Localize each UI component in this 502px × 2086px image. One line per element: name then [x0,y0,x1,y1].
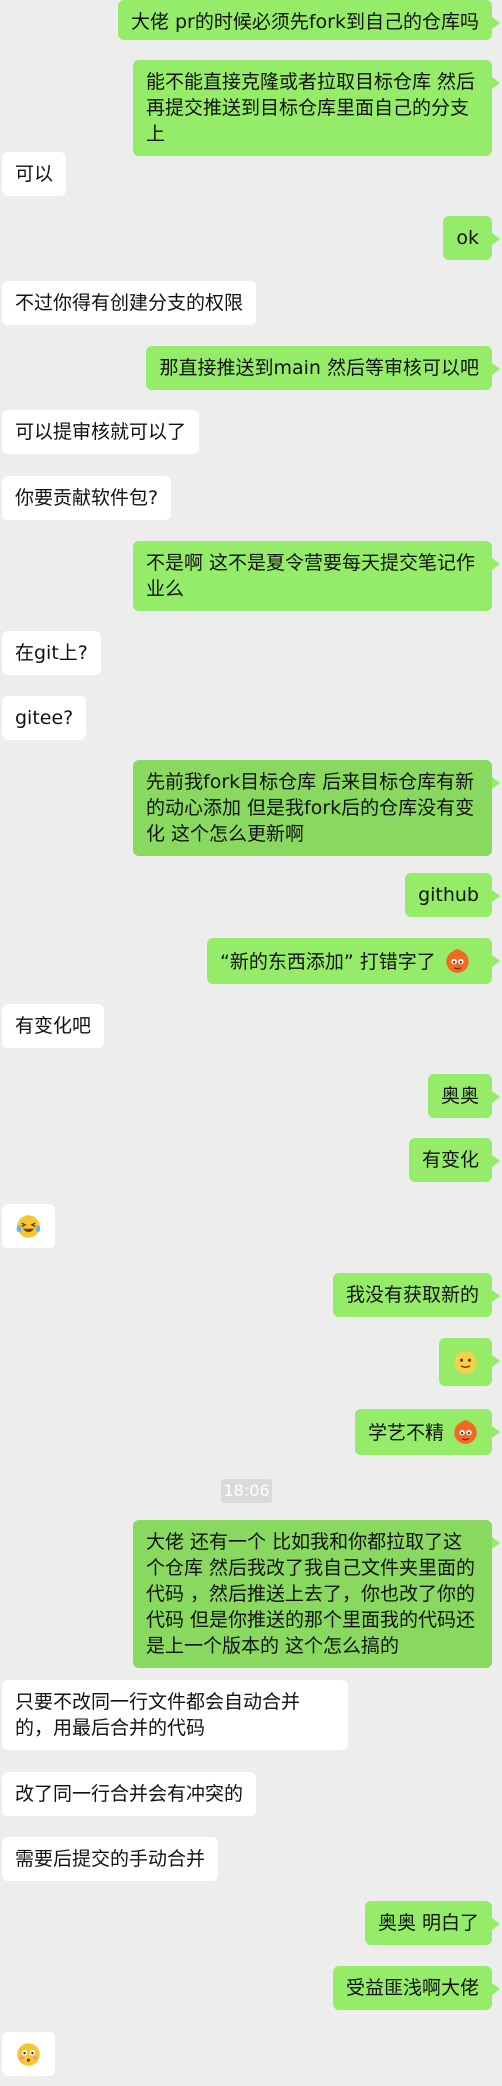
message-text: 只要不改同一行文件都会自动合并的，用最后合并的代码 [15,1691,301,1739]
message-text: 奥奥 明白了 [377,1912,479,1934]
message-bubble-outgoing[interactable]: 有变化 [408,1138,501,1182]
message-text: 大佬 pr的时候必须先fork到自己的仓库吗 [130,11,479,33]
message-bubble-outgoing[interactable]: ok [443,216,500,260]
message-text: 能不能直接克隆或者拉取目标仓库 然后再提交推送到目标仓库里面自己的分支上 [146,71,476,145]
message-text: 不过你得有创建分支的权限 [15,292,244,314]
laughing-tears-emoji-icon [15,1213,42,1240]
message-bubble-outgoing[interactable]: “新的东西添加” 打错字了 [207,938,500,984]
message-bubble-incoming[interactable]: 不过你得有创建分支的权限 [2,281,257,325]
message-text: 我没有获取新的 [345,1284,479,1306]
message-text: 学艺不精 [367,1422,444,1444]
fire-face-emoji-icon [444,947,471,974]
message-bubble-outgoing[interactable]: 大佬 pr的时候必须先fork到自己的仓库吗 [117,0,501,40]
message-text: 奥奥 [440,1085,479,1107]
message-bubble-outgoing[interactable]: 受益匪浅啊大佬 [332,1966,501,2010]
message-text: 有变化吧 [15,1015,92,1037]
smile-emoji-icon [452,1349,479,1376]
message-bubble-outgoing-selected[interactable]: 大佬 还有一个 比如我和你都拉取了这个仓库 然后我改了我自己文件夹里面的代码 ，… [133,1520,500,1668]
message-bubble-incoming[interactable]: 可以 [2,152,67,196]
message-text: 可以 [15,163,54,185]
message-bubble-incoming[interactable]: 在git上? [2,631,101,675]
message-text: 改了同一行合并会有冲突的 [15,1783,244,1805]
message-text: 大佬 还有一个 比如我和你都拉取了这个仓库 然后我改了我自己文件夹里面的代码 ，… [146,1531,476,1657]
message-text: ok [456,227,479,249]
message-bubble-incoming[interactable]: 需要后提交的手动合并 [2,1837,219,1881]
message-bubble-outgoing-selected[interactable]: 先前我fork目标仓库 后来目标仓库有新的动心添加 但是我fork后的仓库没有变… [133,760,500,856]
chat-area[interactable]: 大佬 pr的时候必须先fork到自己的仓库吗 能不能直接克隆或者拉取目标仓库 然… [0,0,502,2086]
message-bubble-outgoing[interactable]: github [405,873,500,917]
message-bubble-outgoing[interactable]: 不是啊 这不是夏令营要每天提交笔记作业么 [133,541,500,611]
flushed-emoji-icon [15,2041,42,2068]
message-bubble-incoming[interactable]: 有变化吧 [2,1004,105,1048]
fire-face-emoji-icon [452,1418,479,1445]
message-text: 有变化 [421,1149,479,1171]
message-bubble-incoming[interactable]: gitee? [2,696,87,740]
message-bubble-outgoing[interactable]: 奥奥 明白了 [364,1901,501,1945]
message-text: 在git上? [15,642,88,664]
message-bubble-outgoing[interactable]: 那直接推送到main 然后等审核可以吧 [146,346,500,390]
timestamp: 18:06 [221,1479,272,1503]
message-text: 受益匪浅啊大佬 [345,1977,479,1999]
message-text: 先前我fork目标仓库 后来目标仓库有新的动心添加 但是我fork后的仓库没有变… [146,771,475,845]
message-text: 可以提审核就可以了 [15,421,187,443]
message-bubble-incoming[interactable]: 改了同一行合并会有冲突的 [2,1772,257,1816]
message-text: 不是啊 这不是夏令营要每天提交笔记作业么 [146,552,476,600]
message-text: 你要贡献软件包? [15,487,159,509]
message-text: 需要后提交的手动合并 [15,1848,206,1870]
message-text: github [418,884,479,906]
message-bubble-outgoing[interactable]: 学艺不精 [354,1409,501,1455]
message-text: “新的东西添加” 打错字了 [220,951,436,973]
message-bubble-incoming[interactable]: 可以提审核就可以了 [2,410,200,454]
message-bubble-incoming[interactable] [2,1204,55,1248]
message-bubble-incoming[interactable]: 只要不改同一行文件都会自动合并的，用最后合并的代码 [2,1680,348,1750]
message-bubble-outgoing[interactable]: 能不能直接克隆或者拉取目标仓库 然后再提交推送到目标仓库里面自己的分支上 [133,60,500,156]
message-bubble-incoming[interactable]: 你要贡献软件包? [2,476,172,520]
message-bubble-outgoing[interactable] [439,1338,500,1386]
message-text: gitee? [15,707,74,729]
message-text: 那直接推送到main 然后等审核可以吧 [159,357,479,379]
message-bubble-incoming[interactable] [2,2032,55,2076]
message-bubble-outgoing[interactable]: 奥奥 [427,1074,501,1118]
message-bubble-outgoing[interactable]: 我没有获取新的 [332,1273,501,1317]
